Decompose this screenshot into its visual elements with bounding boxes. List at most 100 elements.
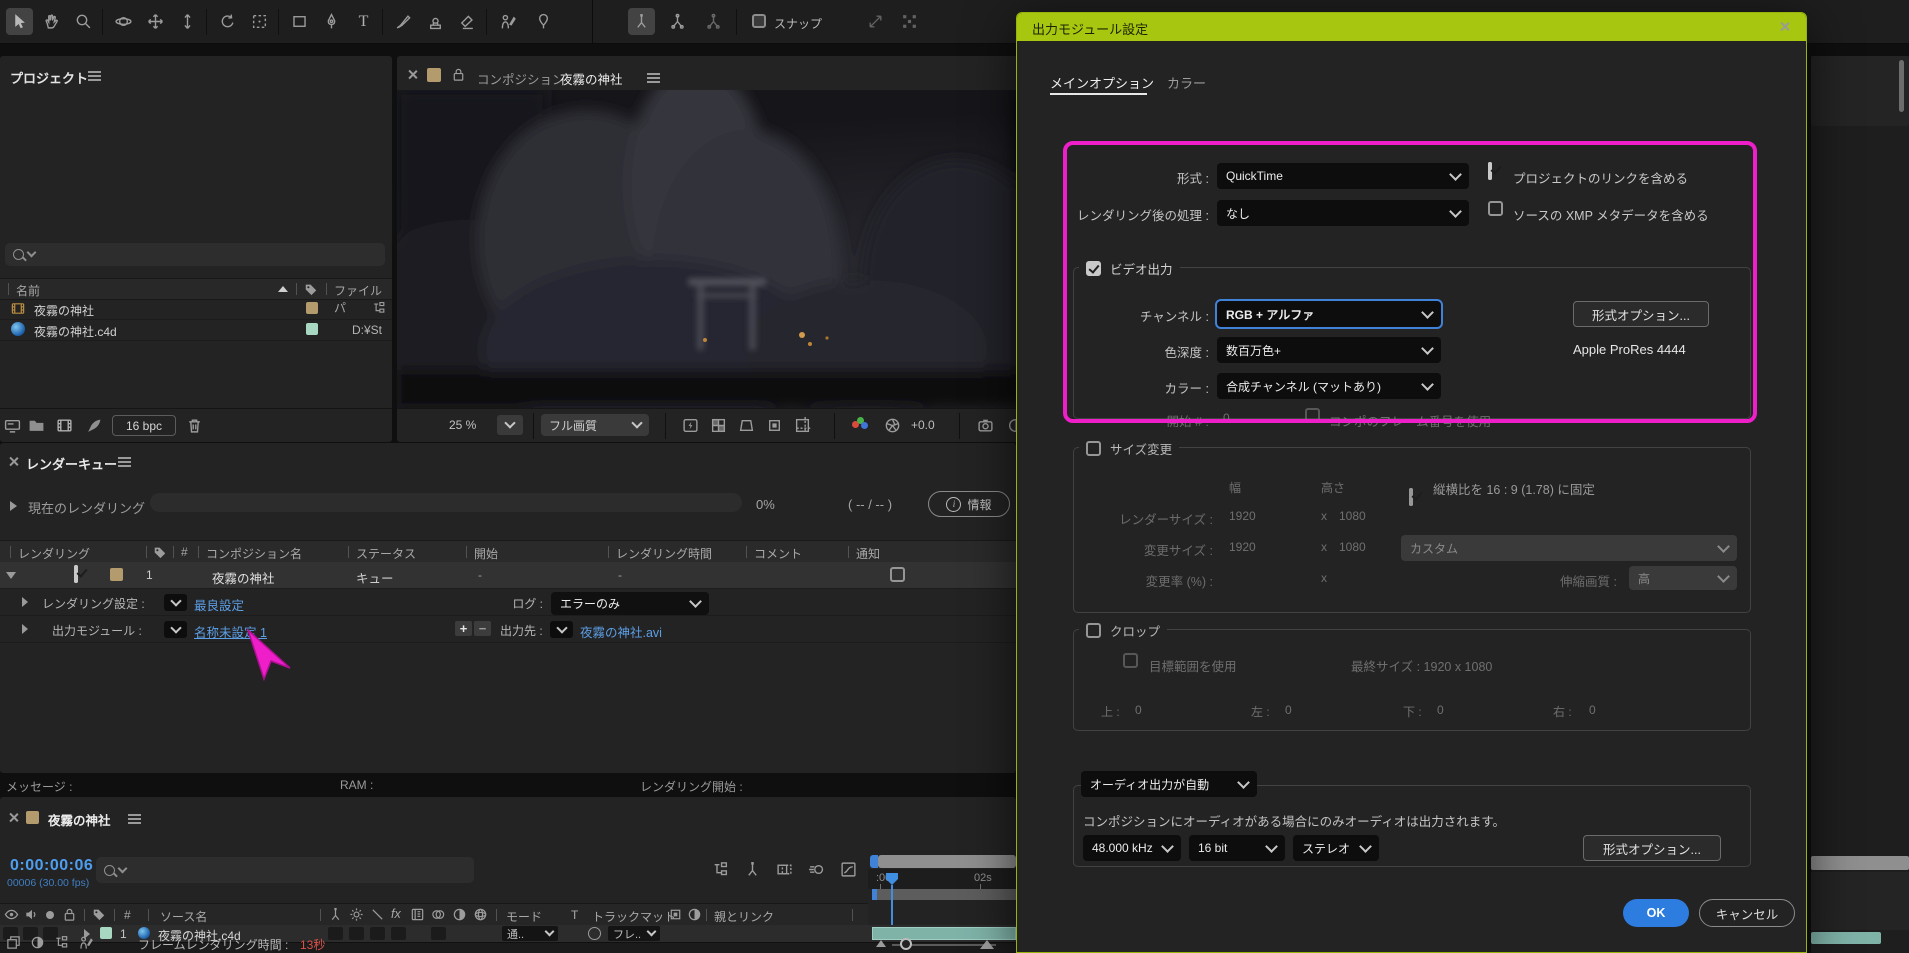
collapse-item-icon[interactable] <box>6 572 16 579</box>
layer-parent-dropdown[interactable]: フレ.. <box>608 926 660 941</box>
crop-top-value[interactable]: 0 <box>1135 703 1142 717</box>
grid-options-icon[interactable] <box>896 8 923 35</box>
audio-output-dropdown[interactable]: オーディオ出力が自動 <box>1081 771 1257 797</box>
remove-output-module-icon[interactable]: − <box>474 621 491 636</box>
timeline-tab-label[interactable]: 夜霧の神社 <box>48 810 111 829</box>
region-of-interest-icon[interactable] <box>766 417 783 434</box>
comp-tab-kind[interactable]: コンポジション <box>477 69 565 88</box>
output-to-link[interactable]: 夜霧の神社.avi <box>580 622 662 641</box>
panel-menu-icon[interactable] <box>88 71 101 73</box>
motion-blur-icon[interactable] <box>808 861 825 878</box>
collapse-column-icon[interactable] <box>349 907 364 922</box>
log-dropdown[interactable]: エラーのみ <box>551 592 709 615</box>
comp-label-swatch[interactable] <box>427 68 441 82</box>
frame-blending-icon[interactable] <box>776 861 793 878</box>
render-time-icon[interactable] <box>78 935 93 950</box>
parent-link-column[interactable]: 親とリンク <box>714 908 774 925</box>
local-axis-mode-icon[interactable] <box>628 8 655 35</box>
zoom-tool-icon[interactable] <box>70 8 97 35</box>
type-tool-icon[interactable]: T <box>350 8 377 35</box>
col-status[interactable]: ステータス <box>356 545 416 562</box>
use-roi-checkbox[interactable] <box>1123 653 1138 668</box>
project-search-input[interactable] <box>5 243 385 266</box>
rotate-tool-icon[interactable] <box>214 8 241 35</box>
label-column-icon[interactable] <box>304 282 318 296</box>
parent-pickwhip-icon[interactable] <box>588 927 601 940</box>
new-folder-icon[interactable] <box>28 417 45 434</box>
dialog-title-bar[interactable]: 出力モジュール設定 .app .xicon.dk::before,.app .x… <box>1017 13 1806 41</box>
scrollbar[interactable] <box>1899 60 1904 112</box>
expand-render-settings-icon[interactable] <box>22 597 28 607</box>
mode-column[interactable]: モード <box>506 908 542 925</box>
quality-column-icon[interactable] <box>370 907 385 922</box>
snap-checkbox[interactable] <box>752 14 766 28</box>
matte-luma-icon[interactable] <box>687 907 702 922</box>
cancel-button[interactable]: キャンセル <box>1699 899 1795 927</box>
resolution-dropdown[interactable]: フル画質 <box>541 414 649 436</box>
bit-depth-dropdown[interactable]: 16 bit <box>1189 835 1285 861</box>
bpc-button[interactable]: 16 bpc <box>112 415 176 436</box>
column-name[interactable]: 名前 <box>16 282 40 299</box>
label-color-swatch[interactable] <box>306 302 318 314</box>
matte-alpha-icon[interactable] <box>668 907 683 922</box>
close-tab-icon[interactable] <box>8 456 19 467</box>
col-number[interactable]: # <box>181 545 188 559</box>
output-module-dropdown[interactable] <box>164 621 187 638</box>
timeline-search-input[interactable] <box>96 857 474 883</box>
channels-dropdown[interactable]: RGB + アルファ <box>1217 301 1441 327</box>
composition-flowchart-icon[interactable] <box>712 861 729 878</box>
dolly-camera-tool-icon[interactable] <box>174 8 201 35</box>
trash-icon[interactable] <box>186 417 203 434</box>
layer-mode-dropdown[interactable]: 通.. <box>502 926 558 941</box>
transparency-grid-icon[interactable] <box>710 417 727 434</box>
audio-column-icon[interactable] <box>24 907 39 922</box>
eye-column-icon[interactable] <box>4 907 19 922</box>
label-column-icon[interactable] <box>153 545 167 559</box>
number-column[interactable]: # <box>124 908 131 922</box>
audio-format-options-button[interactable]: 形式オプション... <box>1583 835 1721 861</box>
crop-bottom-value[interactable]: 0 <box>1437 703 1444 717</box>
zoom-level-value[interactable]: 25 % <box>449 418 476 432</box>
resize-preset-dropdown[interactable]: カスタム <box>1401 535 1737 561</box>
project-row-c4d[interactable]: 夜霧の神社.c4d D:¥St <box>0 319 392 341</box>
close-tab-icon[interactable] <box>8 812 19 823</box>
view-axis-mode-icon[interactable] <box>700 8 727 35</box>
zoom-level-dropdown[interactable] <box>497 415 523 435</box>
channels-audio-dropdown[interactable]: ステレオ <box>1293 835 1379 861</box>
puppet-pin-tool-icon[interactable] <box>530 8 557 35</box>
project-tab-label[interactable]: プロジェクト <box>10 68 88 87</box>
item-label-swatch[interactable] <box>110 568 123 581</box>
timeline-zoom-handle[interactable] <box>900 938 912 950</box>
render-settings-dropdown[interactable] <box>164 594 187 611</box>
post-render-dropdown[interactable]: なし <box>1217 200 1469 226</box>
include-xmp-checkbox[interactable] <box>1488 201 1503 216</box>
col-comp-name[interactable]: コンポジション名 <box>206 545 302 562</box>
grid-guides-icon[interactable] <box>794 417 811 434</box>
exposure-icon[interactable] <box>884 417 901 434</box>
use-comp-frame-checkbox[interactable] <box>1305 408 1320 423</box>
tab-main-options[interactable]: メインオプション <box>1050 73 1154 92</box>
crop-checkbox[interactable] <box>1086 623 1101 638</box>
sample-rate-dropdown[interactable]: 48.000 kHz <box>1083 835 1181 861</box>
adjustment-column-icon[interactable] <box>452 907 467 922</box>
solo-column-icon[interactable] <box>46 911 54 919</box>
col-rendering[interactable]: レンダリング <box>18 545 90 562</box>
effects-column-icon[interactable]: fx <box>391 907 401 921</box>
source-name-column[interactable]: ソース名 <box>160 908 207 925</box>
depth-dropdown[interactable]: 数百万色+ <box>1217 337 1441 363</box>
ok-button[interactable]: OK <box>1623 899 1689 927</box>
dialog-close-icon[interactable] <box>1779 21 1790 32</box>
close-tab-icon[interactable] <box>407 69 418 80</box>
selection-tool-icon[interactable] <box>6 8 33 35</box>
panel-menu-icon[interactable] <box>128 814 141 816</box>
label-column-icon[interactable] <box>92 907 106 921</box>
snap-label[interactable]: スナップ <box>774 15 822 32</box>
output-to-dropdown[interactable] <box>550 621 573 638</box>
pan-camera-tool-icon[interactable] <box>142 8 169 35</box>
item-name[interactable]: 夜霧の神社 <box>34 302 94 319</box>
expand-output-module-icon[interactable] <box>22 624 28 634</box>
channel-rgb-icon[interactable] <box>852 419 868 433</box>
scale-around-center-icon[interactable] <box>862 8 889 35</box>
include-project-link-checkbox[interactable] <box>1488 162 1492 180</box>
current-timecode[interactable]: 0:00:00:06 <box>10 857 93 875</box>
